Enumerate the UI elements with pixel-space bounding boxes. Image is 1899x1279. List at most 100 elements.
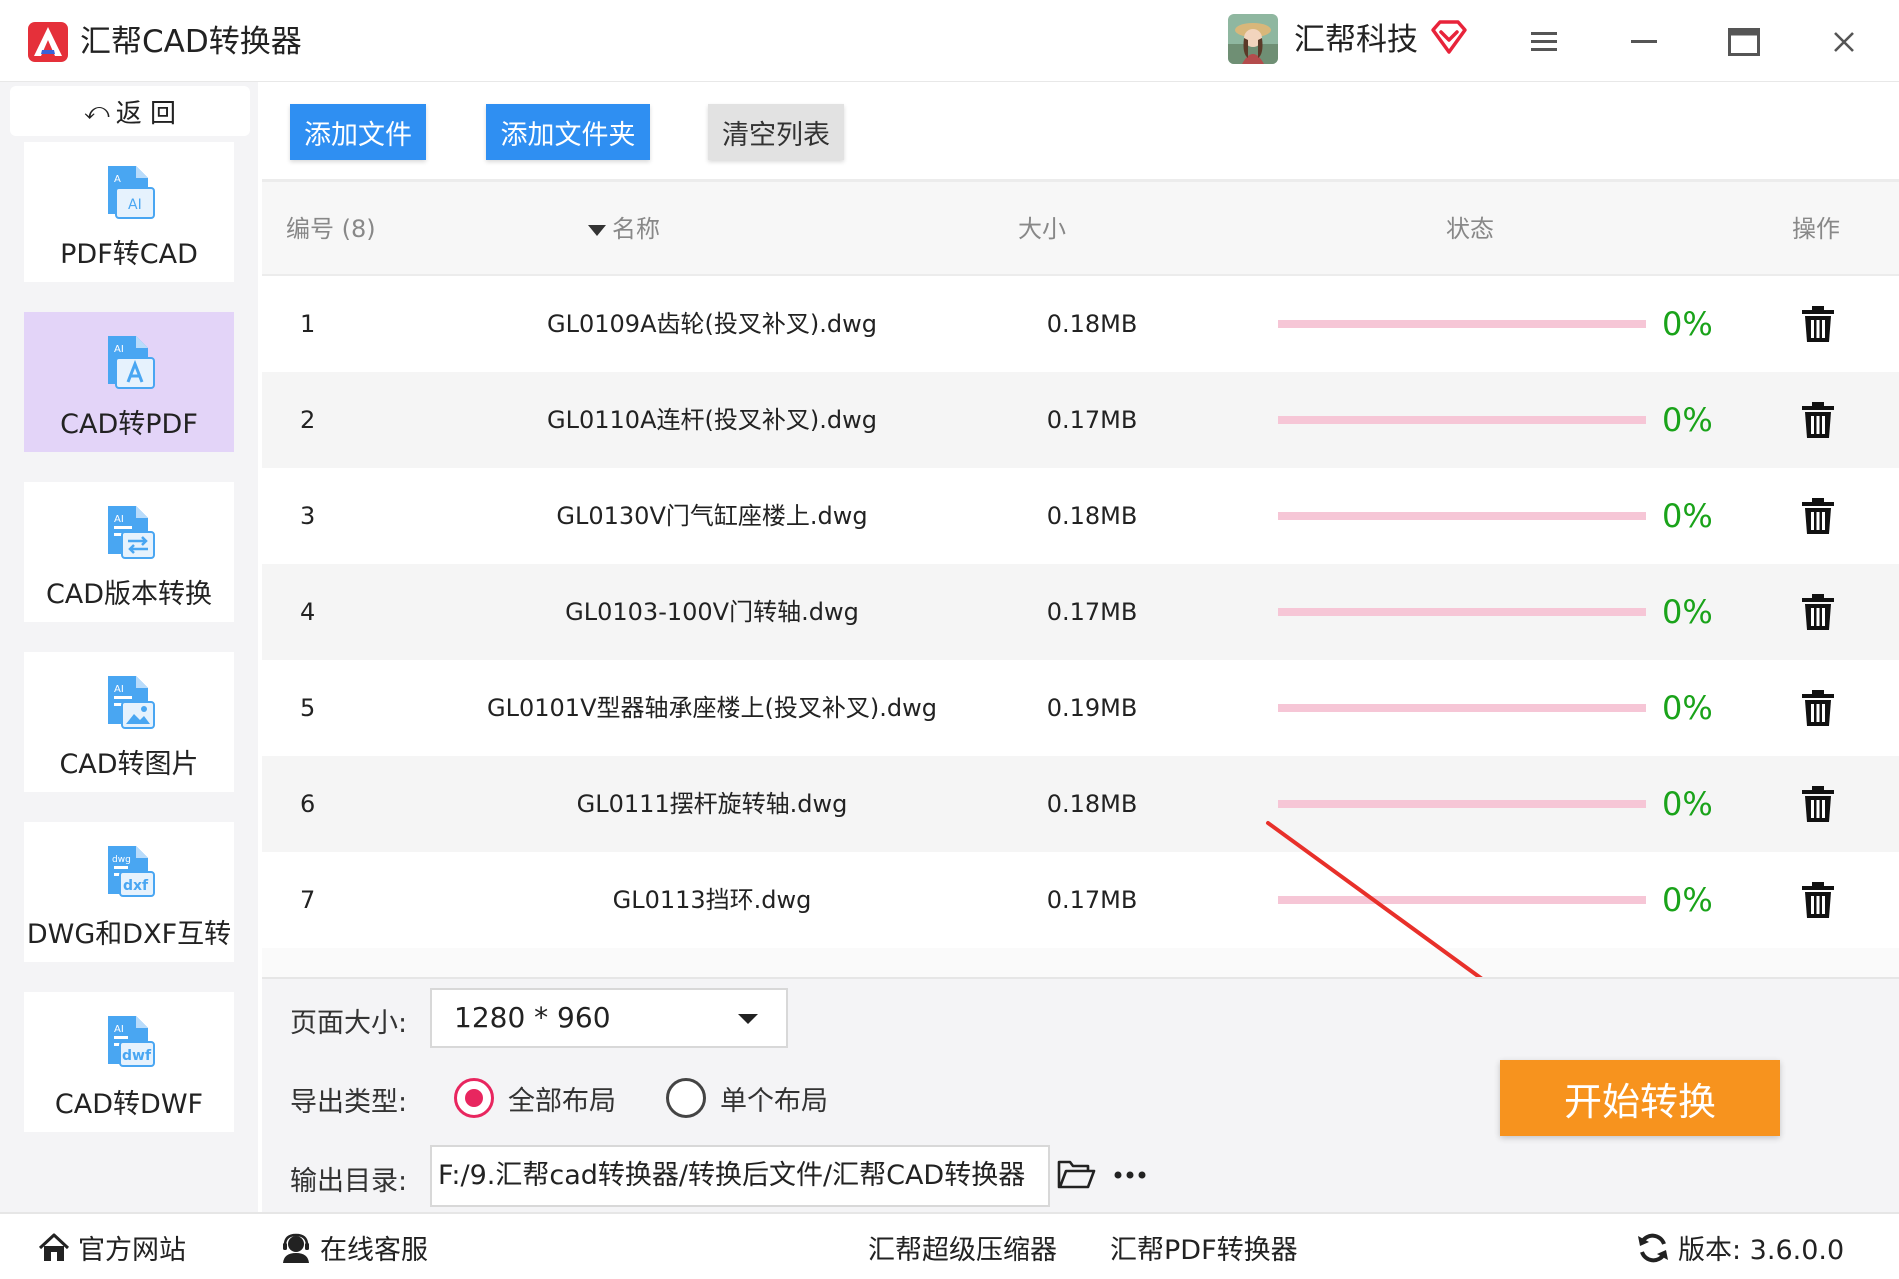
dwg-dxf-icon: dwg dxf (108, 846, 155, 897)
maximize-button[interactable] (1722, 20, 1766, 64)
more-options-icon[interactable] (1110, 1157, 1150, 1193)
user-name[interactable]: 汇帮科技 (1294, 20, 1418, 60)
trash-icon[interactable] (1798, 784, 1838, 824)
minimize-icon (1631, 40, 1657, 43)
close-button[interactable] (1822, 20, 1866, 64)
radio-label: 全部布局 (508, 1085, 616, 1117)
sidebar-item-pdf-to-cad[interactable]: A AI PDF转CAD (24, 142, 234, 282)
pdf-converter-link[interactable]: 汇帮PDF转换器 (1110, 1214, 1298, 1279)
row-file-size: 0.18MB (1046, 310, 1138, 338)
row-file-name: GL0103-100V门转轴.dwg (565, 598, 859, 626)
cad-version-icon: AI (108, 506, 155, 559)
row-index: 3 (300, 502, 316, 530)
table-row[interactable]: 5 GL0101V型器轴承座楼上(投叉补叉).dwg 0.19MB 0% (262, 660, 1899, 756)
sidebar-item-dwg-dxf[interactable]: dwg dxf DWG和DXF互转 (24, 822, 234, 962)
row-progress-percent: 0% (1662, 401, 1713, 439)
row-index: 1 (300, 310, 316, 338)
back-button[interactable]: ⤺ 返 回 (10, 86, 250, 136)
vip-diamond-icon[interactable] (1430, 18, 1468, 56)
online-service-link[interactable]: 在线客服 (280, 1214, 428, 1279)
toolbar: 添加文件 添加文件夹 清空列表 (262, 82, 1899, 182)
radio-all-layouts[interactable]: 全部布局 (454, 1077, 616, 1119)
folder-open-icon[interactable] (1056, 1157, 1096, 1193)
svg-text:AI: AI (114, 514, 124, 525)
row-file-size: 0.17MB (1046, 886, 1138, 914)
row-progress-percent: 0% (1662, 689, 1713, 727)
sidebar-item-label: CAD转PDF (60, 409, 198, 440)
row-file-name: GL0130V门气缸座楼上.dwg (556, 502, 868, 530)
app-title: 汇帮CAD转换器 (80, 24, 302, 60)
row-progress-percent: 0% (1662, 593, 1713, 631)
sidebar-item-cad-to-image[interactable]: AI CAD转图片 (24, 652, 234, 792)
export-type-label: 导出类型: (290, 1087, 408, 1118)
row-progress-bar (1278, 512, 1646, 520)
version-info[interactable]: 版本: 3.6.0.0 (1636, 1214, 1844, 1279)
menu-icon (1531, 32, 1557, 51)
header-status[interactable]: 状态 (1446, 214, 1494, 244)
add-file-button[interactable]: 添加文件 (290, 104, 426, 160)
app-logo (28, 22, 68, 62)
maximize-icon (1728, 28, 1760, 56)
header-index[interactable]: 编号 (8) (286, 214, 376, 244)
row-progress-percent: 0% (1662, 305, 1713, 343)
radio-single-layout[interactable]: 单个布局 (666, 1077, 828, 1119)
sidebar-item-label: CAD版本转换 (45, 579, 213, 610)
table-body: 1 GL0109A齿轮(投叉补叉).dwg 0.18MB 0% 2 GL0110A连杆(投… (262, 276, 1899, 948)
clear-list-button[interactable]: 清空列表 (708, 104, 844, 160)
home-icon (38, 1233, 70, 1261)
row-index: 4 (300, 598, 316, 626)
table-row[interactable]: 4 GL0103-100V门转轴.dwg 0.17MB 0% (262, 564, 1899, 660)
output-path-field[interactable]: F:/9.汇帮cad转换器/转换后文件/汇帮CAD转换器 (430, 1145, 1050, 1207)
svg-text:AI: AI (128, 197, 142, 213)
row-index: 5 (300, 694, 316, 722)
trash-icon[interactable] (1798, 304, 1838, 344)
trash-icon[interactable] (1798, 496, 1838, 536)
sidebar-item-cad-version[interactable]: AI CAD版本转换 (24, 482, 234, 622)
refresh-icon (1638, 1233, 1668, 1262)
row-file-size: 0.17MB (1046, 406, 1138, 434)
row-file-name: GL0101V型器轴承座楼上(投叉补叉).dwg (487, 694, 937, 722)
official-site-label: 官方网站 (78, 1235, 186, 1266)
row-file-size: 0.19MB (1046, 694, 1138, 722)
online-service-label: 在线客服 (320, 1235, 428, 1266)
trash-icon[interactable] (1798, 400, 1838, 440)
output-dir-label: 输出目录: (290, 1166, 408, 1197)
menu-button[interactable] (1522, 20, 1566, 64)
minimize-button[interactable] (1622, 20, 1666, 64)
table-row[interactable]: 3 GL0130V门气缸座楼上.dwg 0.18MB 0% (262, 468, 1899, 564)
trash-icon[interactable] (1798, 880, 1838, 920)
trash-icon[interactable] (1798, 688, 1838, 728)
sidebar-item-cad-to-dwf[interactable]: AI dwf CAD转DWF (24, 992, 234, 1132)
header-action: 操作 (1792, 215, 1840, 243)
row-progress-bar (1278, 320, 1646, 328)
start-convert-button[interactable]: 开始转换 (1500, 1060, 1780, 1136)
compressor-link[interactable]: 汇帮超级压缩器 (868, 1214, 1057, 1279)
settings-panel: 页面大小: 1280 * 960 导出类型: 全部布局 单个布局 输出目录: F… (262, 977, 1899, 1212)
sidebar-item-label: PDF转CAD (60, 239, 198, 270)
add-folder-button[interactable]: 添加文件夹 (486, 104, 650, 160)
row-progress-percent: 0% (1662, 881, 1713, 919)
page-size-select[interactable]: 1280 * 960 (430, 988, 788, 1048)
cad-to-pdf-icon: AI (108, 336, 155, 389)
table-row[interactable]: 7 GL0113挡环.dwg 0.17MB 0% (262, 852, 1899, 948)
svg-text:dxf: dxf (123, 878, 149, 894)
close-icon (1834, 32, 1854, 52)
row-progress-bar (1278, 416, 1646, 424)
table-row[interactable]: 2 GL0110A连杆(投叉补叉).dwg 0.17MB 0% (262, 372, 1899, 468)
trash-icon[interactable] (1798, 592, 1838, 632)
table-row[interactable]: 1 GL0109A齿轮(投叉补叉).dwg 0.18MB 0% (262, 276, 1899, 372)
avatar[interactable] (1228, 14, 1278, 64)
table-row[interactable]: 6 GL0111摆杆旋转轴.dwg 0.18MB 0% (262, 756, 1899, 852)
page-size-value: 1280 * 960 (454, 1001, 611, 1034)
radio-label: 单个布局 (720, 1085, 828, 1117)
svg-text:AI: AI (114, 1024, 124, 1035)
official-site-link[interactable]: 官方网站 (38, 1214, 186, 1279)
sidebar-item-cad-to-pdf[interactable]: AI CAD转PDF (24, 312, 234, 452)
row-index: 6 (300, 790, 316, 818)
header-size[interactable]: 大小 (1018, 214, 1066, 244)
row-progress-bar (1278, 896, 1646, 904)
footer: 官方网站 在线客服 汇帮超级压缩器 汇帮PDF转换器 版本: 3.6.0.0 (0, 1212, 1899, 1279)
header-name[interactable]: 名称 (588, 214, 660, 244)
row-file-size: 0.18MB (1046, 502, 1138, 530)
svg-text:AI: AI (114, 344, 124, 355)
